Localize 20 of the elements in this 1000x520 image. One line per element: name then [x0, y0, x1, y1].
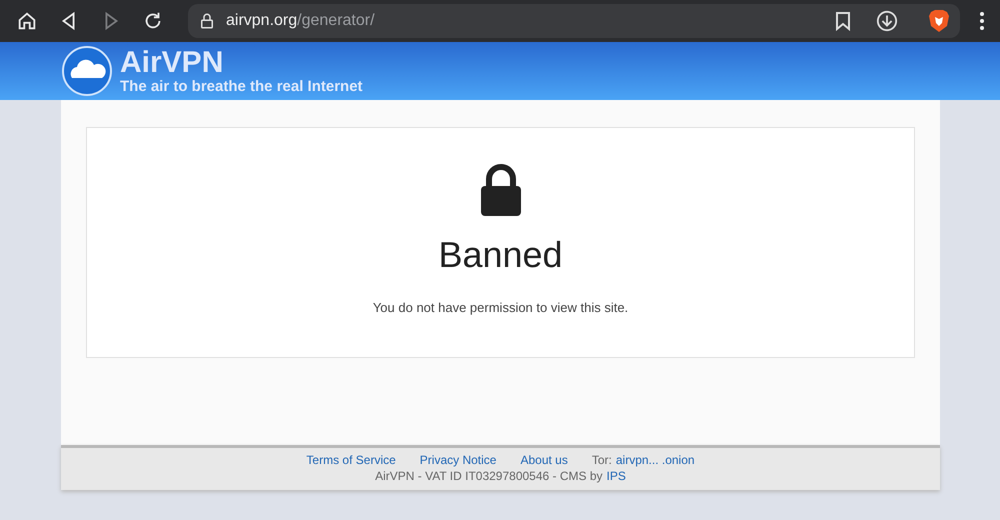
- footer-link[interactable]: Privacy Notice: [420, 453, 496, 467]
- tor-label: Tor:: [592, 453, 612, 467]
- logo-text: AirVPN: [120, 48, 224, 78]
- url-text: airvpn.org/generator/: [226, 12, 375, 30]
- footer-link[interactable]: About us: [520, 453, 568, 467]
- lock-icon: [480, 164, 522, 216]
- legal-text: AirVPN - VAT ID IT03297800546 - CMS by: [375, 469, 603, 483]
- lion-shield-icon[interactable]: [928, 9, 950, 33]
- footer-link[interactable]: Terms of Service: [306, 453, 396, 467]
- download-icon[interactable]: [876, 10, 898, 32]
- ips-link[interactable]: IPS: [606, 469, 626, 483]
- onion-link[interactable]: airvpn... .onion: [616, 453, 695, 467]
- home-icon: [16, 10, 38, 32]
- cloud-globe-icon: [62, 46, 112, 96]
- address-bar[interactable]: airvpn.org/generator/: [188, 4, 960, 38]
- bookmark-icon[interactable]: [834, 11, 852, 31]
- banned-heading: Banned: [438, 234, 563, 276]
- permission-message: You do not have permission to view this site.: [372, 300, 628, 315]
- tagline: The air to breathe the real Internet: [120, 78, 363, 94]
- lock-icon: [198, 12, 216, 30]
